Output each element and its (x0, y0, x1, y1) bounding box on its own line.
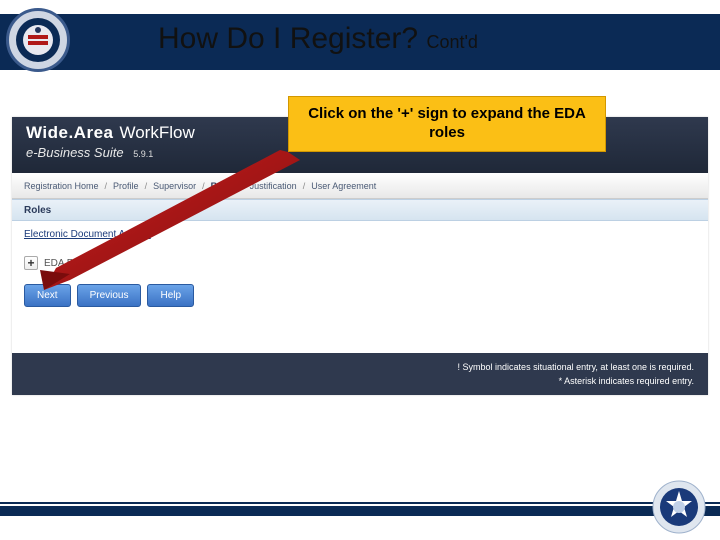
eda-role-row: + EDA Role (24, 256, 696, 270)
footer-thin-rule (0, 502, 720, 504)
app-screenshot: Wide.Area WorkFlow e-Business Suite 5.9.1… (12, 117, 708, 395)
crumb-profile[interactable]: Profile (113, 181, 139, 191)
button-row: Next Previous Help (24, 284, 696, 307)
previous-button[interactable]: Previous (77, 284, 142, 307)
slide-title-suffix: Cont'd (426, 32, 477, 52)
section-title-bar: Roles (12, 199, 708, 221)
app-brand-sub: e-Business Suite 5.9.1 (26, 145, 153, 160)
expand-plus-button[interactable]: + (24, 256, 38, 270)
section-title: Roles (24, 205, 51, 216)
eda-access-link[interactable]: Electronic Document Access (24, 229, 696, 240)
plus-icon: + (27, 257, 34, 269)
slide-title-main: How Do I Register? (158, 22, 418, 55)
brand-version: 5.9.1 (133, 149, 153, 159)
crumb-registration-home[interactable]: Registration Home (24, 181, 99, 191)
crumb-justification[interactable]: Justification (250, 181, 297, 191)
next-button[interactable]: Next (24, 284, 71, 307)
app-brand: Wide.Area WorkFlow (26, 123, 195, 143)
crumb-roles[interactable]: Roles (211, 181, 236, 191)
crumb-sep: / (105, 181, 108, 191)
crumb-supervisor[interactable]: Supervisor (153, 181, 196, 191)
slide-title: How Do I Register? Cont'd (158, 22, 478, 56)
crumb-user-agreement[interactable]: User Agreement (311, 181, 376, 191)
crumb-sep: / (303, 181, 306, 191)
footer-seal (652, 480, 706, 534)
brand-sub-text: e-Business Suite (26, 145, 124, 160)
footer-situational-note: ! Symbol indicates situational entry, at… (458, 362, 694, 372)
header-seal-logo (6, 8, 70, 72)
crumb-sep: / (241, 181, 244, 191)
breadcrumb: Registration Home / Profile / Supervisor… (12, 173, 708, 199)
callout-text: Click on the '+' sign to expand the EDA … (299, 105, 595, 143)
help-button[interactable]: Help (147, 284, 194, 307)
app-footer: ! Symbol indicates situational entry, at… (12, 353, 708, 395)
eda-role-label: EDA Role (44, 258, 87, 269)
seal-icon (14, 16, 62, 64)
brand-workflow: WorkFlow (119, 123, 194, 143)
instruction-callout: Click on the '+' sign to expand the EDA … (288, 96, 606, 152)
dod-seal-icon (652, 480, 706, 534)
crumb-sep: / (145, 181, 148, 191)
brand-wide: Wide.Area (26, 123, 113, 143)
footer-bar (0, 506, 720, 516)
roles-body: Electronic Document Access + EDA Role Ne… (12, 221, 708, 317)
crumb-sep: / (202, 181, 205, 191)
footer-required-note: * Asterisk indicates required entry. (559, 376, 694, 386)
